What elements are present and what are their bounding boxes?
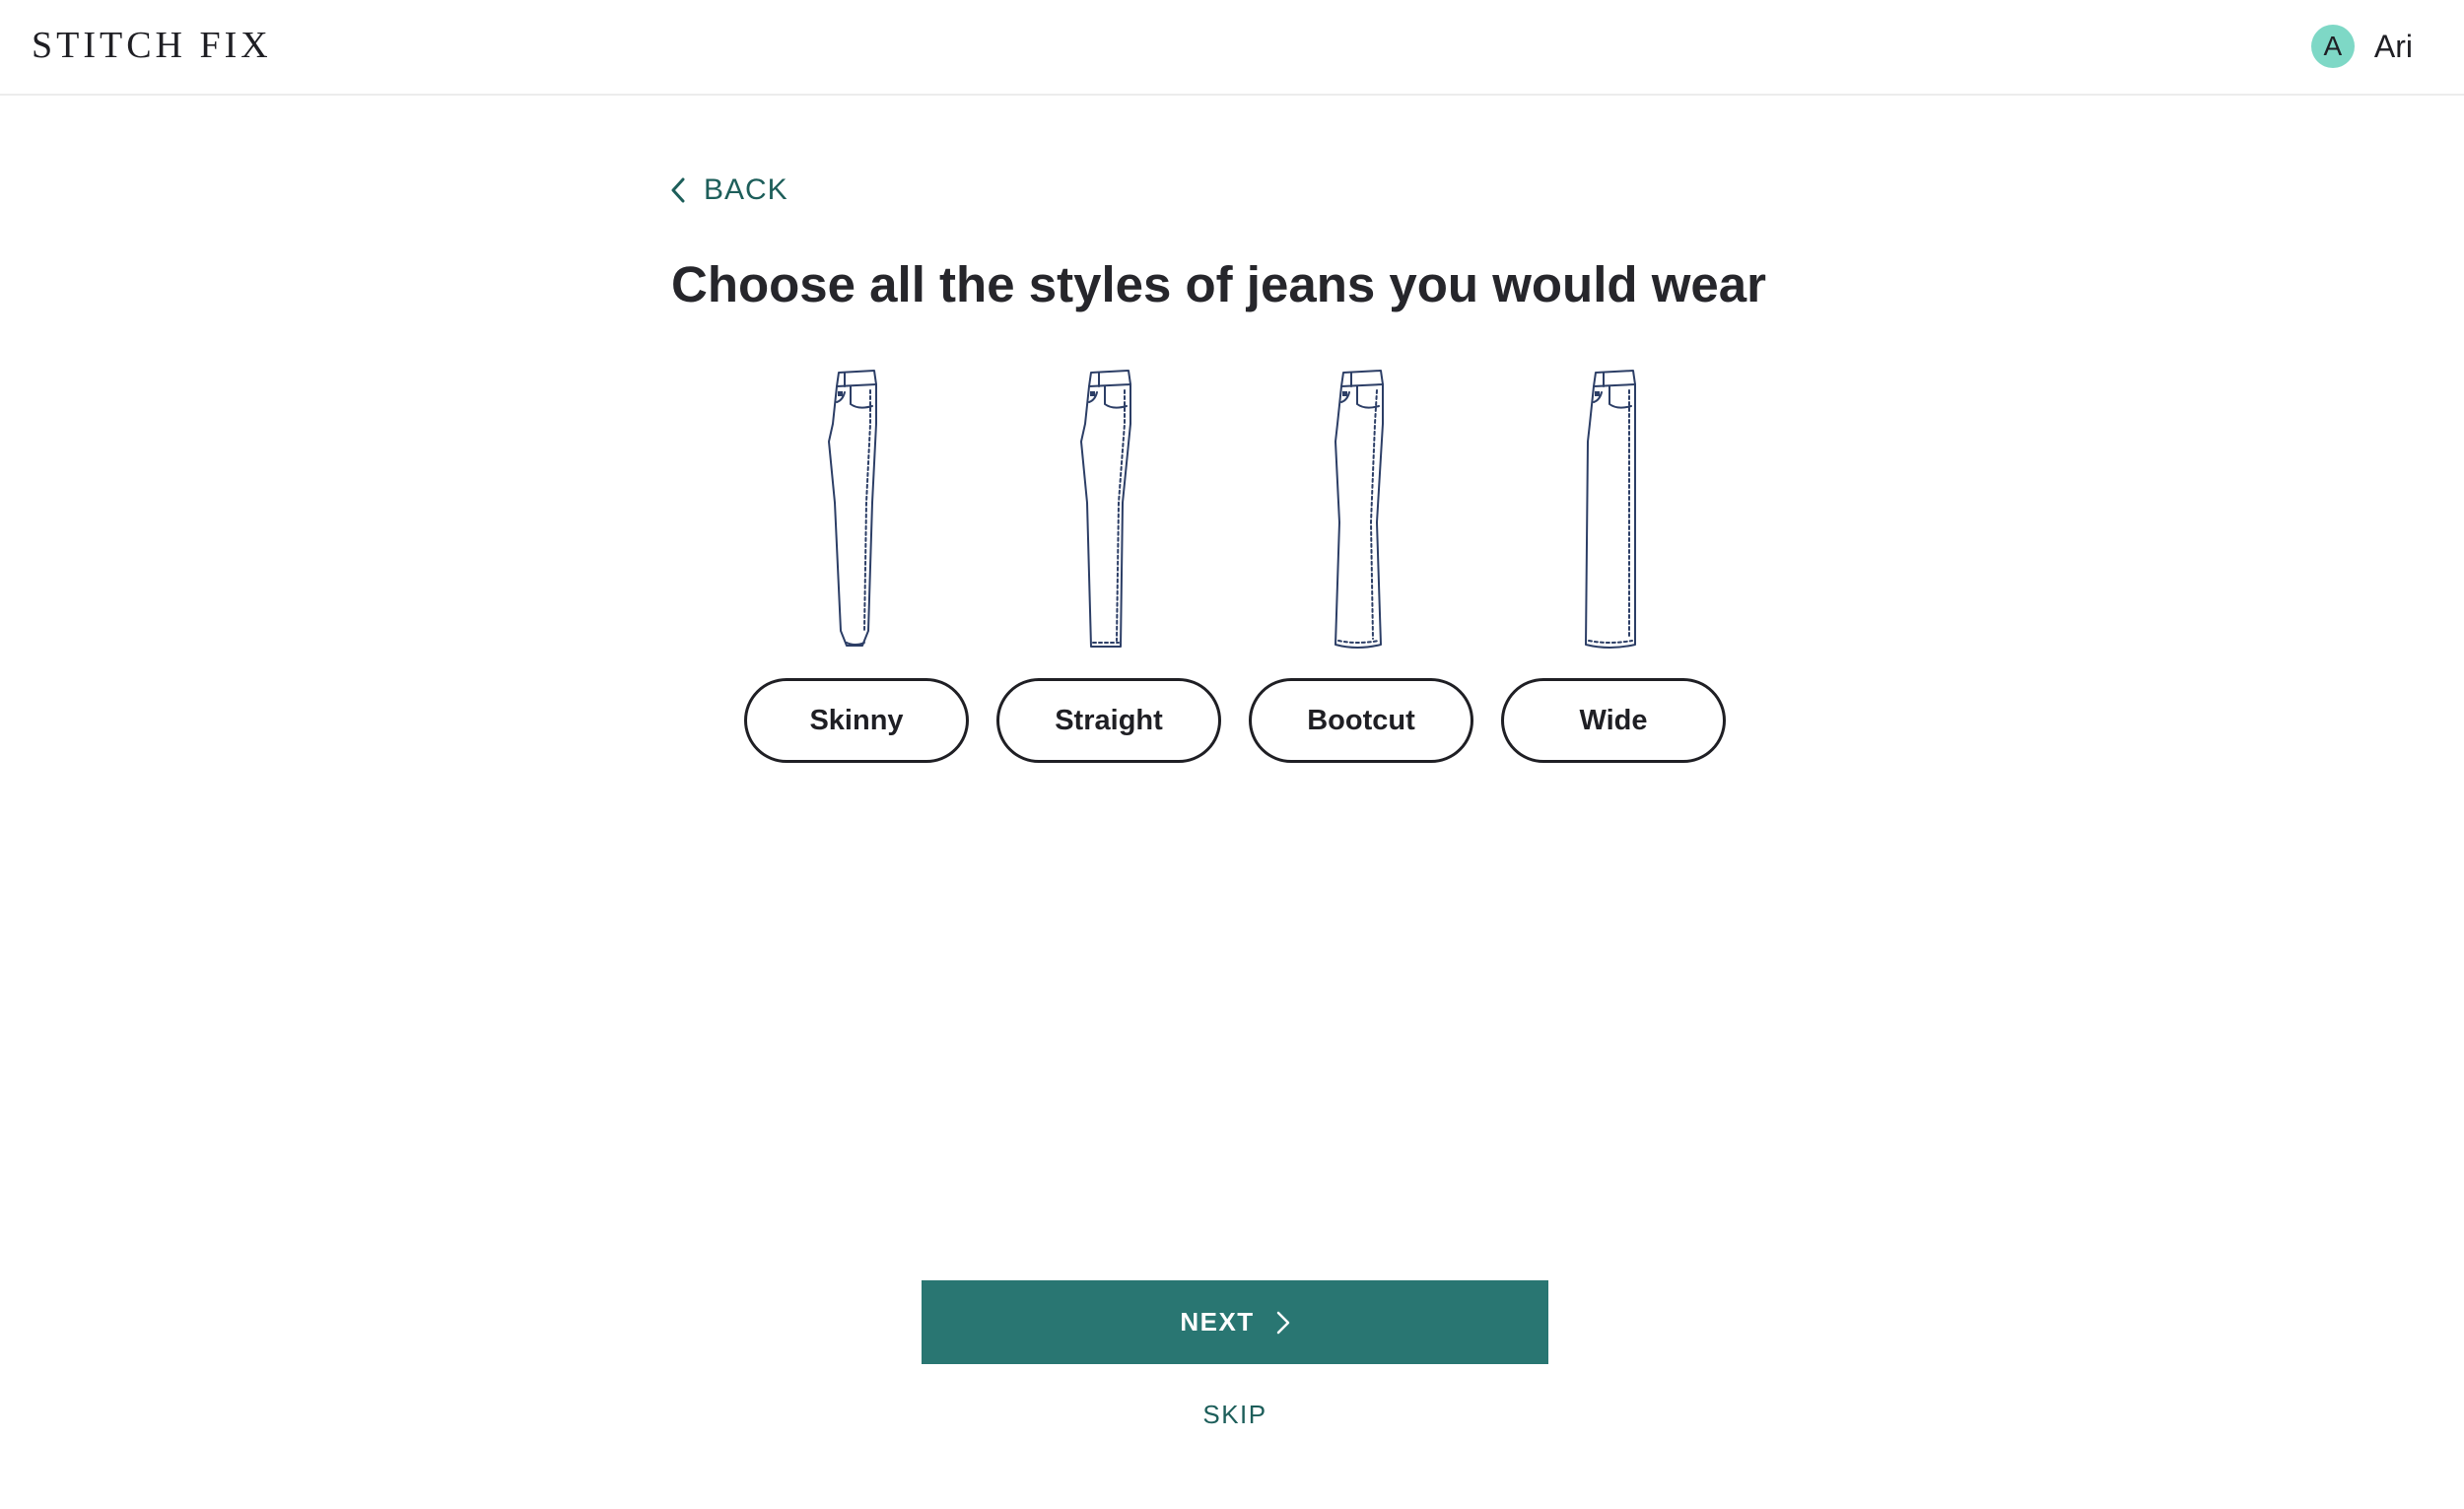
user-menu[interactable]: A Ari <box>2310 24 2413 69</box>
straight-jeans-icon <box>1080 370 1131 648</box>
wide-option-button[interactable]: Wide <box>1501 678 1726 763</box>
page-title: Choose all the styles of jeans you would… <box>671 256 1766 312</box>
next-button[interactable]: NEXT <box>922 1280 1548 1364</box>
option-wide: Wide <box>1501 365 1726 779</box>
stitch-fix-logo[interactable]: STITCH FIX <box>32 22 272 69</box>
bootcut-option-button[interactable]: Bootcut <box>1249 678 1473 763</box>
skinny-option-button[interactable]: Skinny <box>744 678 969 763</box>
option-skinny: Skinny <box>744 365 969 779</box>
chevron-left-icon <box>671 177 685 203</box>
straight-option-button[interactable]: Straight <box>996 678 1221 763</box>
chevron-right-icon <box>1276 1311 1289 1334</box>
back-button[interactable]: BACK <box>670 173 788 207</box>
user-name[interactable]: Ari <box>2374 29 2413 65</box>
skinny-jeans-icon <box>828 370 877 647</box>
skip-link[interactable]: SKIP <box>1133 1400 1336 1430</box>
option-bootcut: Bootcut <box>1249 365 1473 779</box>
jeans-style-options: Skinny Straight Bootcut Wide <box>744 365 1730 779</box>
bootcut-jeans-icon <box>1335 370 1384 649</box>
option-straight: Straight <box>996 365 1221 779</box>
next-label: NEXT <box>1180 1307 1255 1337</box>
top-header: STITCH FIX A Ari <box>0 0 2464 96</box>
avatar[interactable]: A <box>2310 25 2355 68</box>
wide-jeans-icon <box>1585 370 1636 649</box>
back-label: BACK <box>704 173 788 206</box>
